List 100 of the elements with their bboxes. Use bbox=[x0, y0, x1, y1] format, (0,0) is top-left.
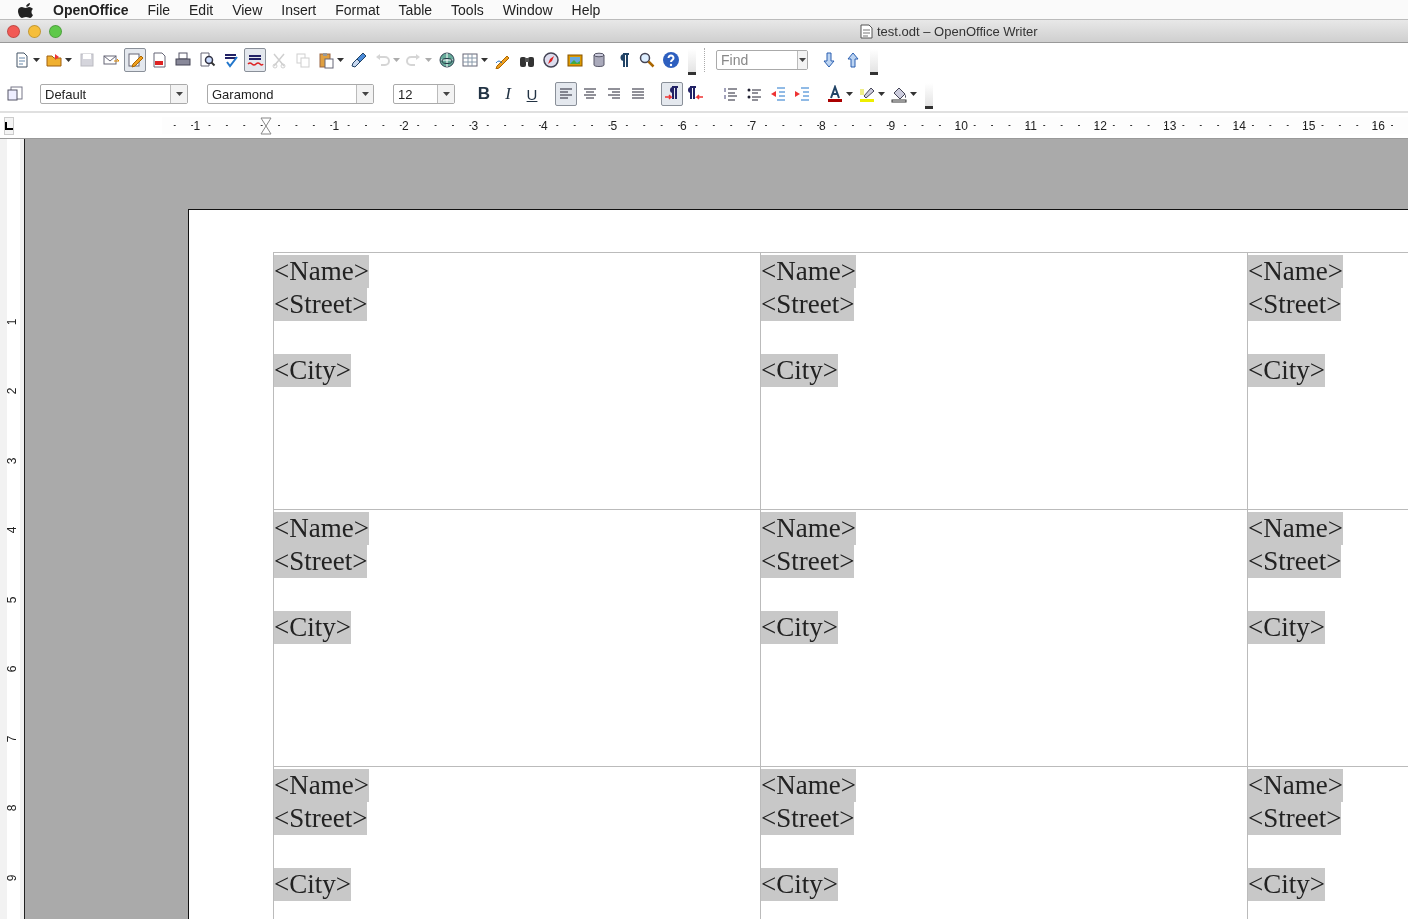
close-button[interactable] bbox=[7, 24, 20, 38]
ruler-number: 14 bbox=[1231, 118, 1247, 133]
name-field[interactable]: <Name> bbox=[274, 512, 369, 545]
name-field[interactable]: <Name> bbox=[274, 255, 369, 288]
name-field[interactable]: <Name> bbox=[274, 769, 369, 802]
name-field[interactable]: <Name> bbox=[1248, 769, 1343, 802]
city-field[interactable]: <City> bbox=[274, 868, 351, 901]
caret-icon bbox=[442, 92, 450, 96]
street-field[interactable]: <Street> bbox=[761, 288, 855, 321]
toolbar-button[interactable] bbox=[244, 48, 266, 72]
bold-button[interactable]: B bbox=[473, 82, 495, 106]
city-field[interactable]: <City> bbox=[761, 611, 838, 644]
street-field[interactable]: <Street> bbox=[1248, 288, 1342, 321]
menu-item[interactable]: Format bbox=[335, 1, 380, 18]
street-field[interactable]: <Street> bbox=[274, 802, 368, 835]
spellcheck-icon bbox=[222, 51, 240, 69]
city-field[interactable]: <City> bbox=[274, 354, 351, 387]
ruler-number: 4 bbox=[5, 526, 19, 534]
name-field[interactable]: <Name> bbox=[761, 769, 856, 802]
dropdown-button[interactable] bbox=[356, 85, 373, 103]
menu-item[interactable]: Window bbox=[502, 1, 553, 18]
indent-marker-icon[interactable] bbox=[260, 116, 273, 135]
font-color-icon bbox=[826, 85, 844, 103]
ruler-number: 10 bbox=[953, 118, 969, 133]
street-field[interactable]: <Street> bbox=[761, 802, 855, 835]
styles-icon[interactable] bbox=[6, 85, 24, 103]
ruler-number: 1 bbox=[331, 118, 341, 133]
city-field[interactable]: <City> bbox=[761, 354, 838, 387]
ruler-number: 3 bbox=[470, 118, 480, 133]
street-field[interactable]: <Street> bbox=[1248, 545, 1342, 578]
overflow-icon[interactable] bbox=[870, 49, 878, 75]
font-name-dropdown[interactable]: Garamond bbox=[207, 84, 374, 104]
ruler-number: 7 bbox=[5, 735, 19, 743]
document-icon bbox=[13, 51, 31, 69]
name-field[interactable]: <Name> bbox=[1248, 512, 1343, 545]
street-field[interactable]: <Street> bbox=[274, 288, 368, 321]
menu-item[interactable]: View bbox=[232, 1, 263, 18]
table-icon bbox=[461, 51, 479, 69]
app-menu[interactable]: OpenOffice bbox=[53, 1, 129, 18]
table-cell[interactable]: <Name> <Street> <City> bbox=[1248, 253, 1408, 510]
underline-button[interactable]: U bbox=[521, 82, 543, 106]
dropdown-button[interactable] bbox=[437, 85, 454, 103]
table-cell[interactable]: <Name> <Street> <City> bbox=[274, 510, 761, 767]
street-field[interactable]: <Street> bbox=[761, 545, 855, 578]
paragraph-style-dropdown[interactable]: Default bbox=[40, 84, 188, 104]
ruler-number: 16 bbox=[1370, 118, 1386, 133]
tab-stop-button[interactable] bbox=[4, 116, 14, 135]
caret-icon bbox=[910, 92, 917, 96]
menu-item[interactable]: Insert bbox=[281, 1, 317, 18]
ruler-number: 4 bbox=[539, 118, 549, 133]
city-field[interactable]: <City> bbox=[274, 611, 351, 644]
table-cell[interactable]: <Name> <Street> <City> bbox=[274, 253, 761, 510]
find-field[interactable]: Find bbox=[717, 52, 797, 68]
name-field[interactable]: <Name> bbox=[761, 512, 856, 545]
italic-button[interactable]: I bbox=[497, 82, 519, 106]
menu-item[interactable]: Help bbox=[571, 1, 601, 18]
ruler-number: 2 bbox=[5, 387, 19, 395]
indent-icon bbox=[793, 85, 811, 103]
city-field[interactable]: <City> bbox=[1248, 868, 1325, 901]
table-cell[interactable]: <Name> <Street> <City> bbox=[761, 767, 1248, 919]
overflow-icon[interactable] bbox=[925, 83, 933, 109]
table-cell[interactable]: <Name> <Street> <City> bbox=[1248, 767, 1408, 919]
ruler-number: 1 bbox=[5, 318, 19, 326]
find-combo-box[interactable]: Find bbox=[716, 50, 808, 70]
database-icon bbox=[590, 51, 608, 69]
name-field[interactable]: <Name> bbox=[1248, 255, 1343, 288]
city-field[interactable]: <City> bbox=[1248, 611, 1325, 644]
vertical-ruler[interactable]: 1 2 3 4 5 6 7 8 9 bbox=[0, 139, 25, 919]
table-cell[interactable]: <Name> <Street> <City> bbox=[761, 253, 1248, 510]
ruler-number: 11 bbox=[1023, 118, 1038, 133]
table-cell[interactable]: <Name> <Street> <City> bbox=[1248, 510, 1408, 767]
numbered-list-icon bbox=[721, 85, 739, 103]
dropdown-button[interactable] bbox=[797, 51, 807, 69]
font-size-dropdown[interactable]: 12 bbox=[393, 84, 455, 104]
globe-icon bbox=[438, 51, 456, 69]
caret-icon bbox=[361, 92, 369, 96]
ruler-number: 1 bbox=[192, 118, 202, 133]
toolbar-button[interactable] bbox=[661, 82, 683, 106]
overflow-icon[interactable] bbox=[688, 49, 696, 75]
menu-item[interactable]: Table bbox=[398, 1, 433, 18]
window-title: test.odt – OpenOffice Writer bbox=[877, 23, 1038, 39]
name-field[interactable]: <Name> bbox=[761, 255, 856, 288]
table-cell[interactable]: <Name> <Street> <City> bbox=[761, 510, 1248, 767]
apple-icon[interactable] bbox=[18, 1, 34, 18]
city-field[interactable]: <City> bbox=[1248, 354, 1325, 387]
table-cell[interactable]: <Name> <Street> <City> bbox=[274, 767, 761, 919]
ruler-number: 7 bbox=[748, 118, 758, 133]
menu-item[interactable]: Tools bbox=[451, 1, 484, 18]
street-field[interactable]: <Street> bbox=[274, 545, 368, 578]
copy-icon bbox=[294, 51, 312, 69]
street-field[interactable]: <Street> bbox=[1248, 802, 1342, 835]
menu-item[interactable]: Edit bbox=[189, 1, 214, 18]
ruler-number: 2 bbox=[400, 118, 410, 133]
caret-icon bbox=[337, 58, 344, 62]
ruler-number: 6 bbox=[5, 665, 19, 673]
floppy-icon bbox=[78, 51, 96, 69]
printer-icon bbox=[174, 51, 192, 69]
city-field[interactable]: <City> bbox=[761, 868, 838, 901]
menu-item[interactable]: File bbox=[147, 1, 171, 18]
dropdown-button[interactable] bbox=[170, 85, 187, 103]
